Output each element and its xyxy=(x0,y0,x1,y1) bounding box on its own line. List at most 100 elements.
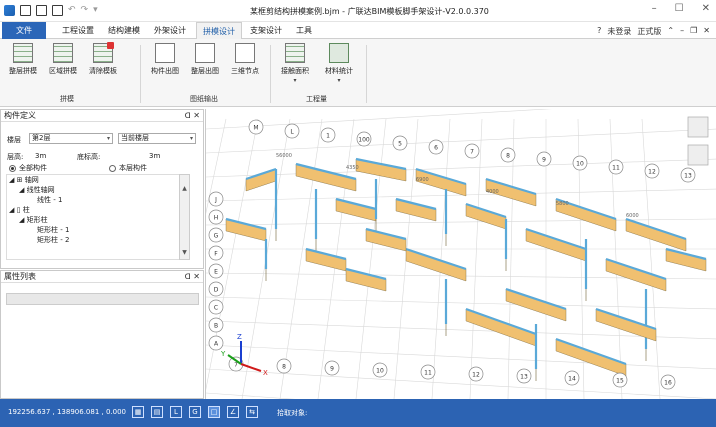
tab-tools[interactable]: 工具 xyxy=(290,22,318,39)
redo-icon[interactable]: ↷ xyxy=(81,5,89,16)
z-axis-label: Z xyxy=(237,333,242,341)
floor-select[interactable]: 第2层 xyxy=(29,133,113,144)
axis-label: 9 xyxy=(330,366,334,373)
radio-all-components[interactable]: 全部构件 xyxy=(9,163,47,173)
material-stats-dropdown-icon[interactable]: ▾ xyxy=(320,77,358,84)
x-axis-label: X xyxy=(263,369,268,377)
help-icon[interactable]: ? xyxy=(597,26,601,37)
floor-drawing-icon xyxy=(195,43,215,63)
new-file-icon[interactable] xyxy=(20,5,31,16)
snap-grid-icon[interactable]: ▦ xyxy=(132,406,144,418)
view-cube-front-icon xyxy=(687,144,709,166)
tree-item[interactable]: ◢ ⊞ 轴网 xyxy=(7,175,189,185)
radio-floor-icon[interactable] xyxy=(109,164,116,172)
menu-bar: 文件 工程设置 结构建模 外架设计 拼模设计 支架设计 工具 ? 未登录 正式版… xyxy=(0,22,716,39)
axis-label: E xyxy=(214,269,218,276)
radio-all-icon[interactable] xyxy=(9,164,16,172)
tab-file[interactable]: 文件 xyxy=(2,22,46,39)
snap-table-icon[interactable]: ▤ xyxy=(151,406,163,418)
component-tree[interactable]: ◢ ⊞ 轴网 ◢ 线性轴网 线性 - 1 ◢ ▯ 柱 ◢ 矩形柱 矩形柱 - 1… xyxy=(6,174,190,260)
axis-label: 11 xyxy=(612,165,620,172)
3d-node-icon xyxy=(235,43,255,63)
clear-template-button[interactable]: 清除模板 xyxy=(84,42,122,76)
axis-label: 15 xyxy=(616,378,624,385)
tree-item[interactable]: ◢ 线性轴网 xyxy=(7,185,189,195)
axis-label: 8 xyxy=(506,153,510,160)
3d-viewport[interactable]: M L 1 100 5 6 7 8 9 10 11 12 13 J H G F E D C B A 7 8 9 10 11 12 13 1… xyxy=(205,109,716,399)
undo-icon[interactable]: ↶ xyxy=(68,5,76,16)
tree-scrollbar[interactable]: ▲ ▼ xyxy=(179,174,190,260)
floor-height-value: 3m xyxy=(35,152,47,160)
wall-segment xyxy=(665,248,707,272)
ribbon-separator xyxy=(366,45,367,103)
grid-line xyxy=(206,109,552,130)
dimension-label: 4350 xyxy=(346,165,359,171)
doc-close-icon[interactable]: ✕ xyxy=(703,26,710,37)
dynamic-input-icon[interactable]: ⇆ xyxy=(246,406,258,418)
axis-label: F xyxy=(214,251,218,258)
wall-segment xyxy=(225,218,267,242)
customize-dropdown-icon[interactable]: ▾ xyxy=(93,5,98,16)
tree-item[interactable]: ◢ ▯ 柱 xyxy=(7,205,189,215)
angle-icon[interactable]: ∠ xyxy=(227,406,239,418)
radio-floor-label: 本层构件 xyxy=(119,164,147,172)
floor-scope-select[interactable]: 当前楼层 xyxy=(118,133,196,144)
dimension-label: 6000 xyxy=(626,213,639,219)
floor-tile-button[interactable]: 整层拼模 xyxy=(4,43,42,76)
group-label-tiling: 拼模 xyxy=(60,95,74,103)
group-label-quantity: 工程量 xyxy=(306,95,327,103)
component-drawing-button[interactable]: 构件出图 xyxy=(146,43,184,76)
polar-icon[interactable]: G xyxy=(189,406,201,418)
tab-project-settings[interactable]: 工程设置 xyxy=(56,22,100,39)
ortho-icon[interactable]: L xyxy=(170,406,182,418)
doc-restore-icon[interactable]: ❐ xyxy=(690,26,697,37)
component-drawing-icon xyxy=(155,43,175,63)
contact-area-label: 接触面积 xyxy=(281,67,309,75)
wall-segment xyxy=(335,198,377,222)
floor-drawing-button[interactable]: 整层出图 xyxy=(186,43,224,76)
tree-item[interactable]: 矩形柱 - 1 xyxy=(7,225,189,235)
viewport-canvas[interactable]: ML11005678910111213JHGFEDCBA7 8 9 10 11 12 13 1… xyxy=(206,109,716,399)
axis-label: 13 xyxy=(520,374,528,381)
area-tile-button[interactable]: 区域拼模 xyxy=(44,43,82,76)
osnap-icon[interactable]: □ xyxy=(208,406,220,418)
scroll-down-icon[interactable]: ▼ xyxy=(181,249,188,256)
pin-close-icon[interactable]: ᗡ ✕ xyxy=(185,271,200,283)
tree-item[interactable]: 矩形柱 - 2 xyxy=(7,235,189,245)
dimension-label: 6900 xyxy=(416,177,429,183)
tree-item[interactable]: ◢ 矩形柱 xyxy=(7,215,189,225)
ribbon-collapse-icon[interactable]: ⌃ xyxy=(667,26,674,37)
tab-structure-modeling[interactable]: 结构建模 xyxy=(102,22,146,39)
property-table-header xyxy=(6,293,199,305)
tab-scaffold-design[interactable]: 外架设计 xyxy=(148,22,192,39)
grid-line xyxy=(206,296,716,310)
area-tile-icon xyxy=(53,43,73,63)
axis-label: C xyxy=(214,305,218,312)
tree-item[interactable]: 线性 - 1 xyxy=(7,195,189,205)
save-icon[interactable] xyxy=(52,5,63,16)
open-file-icon[interactable] xyxy=(36,5,47,16)
contact-area-dropdown-icon[interactable]: ▾ xyxy=(276,77,314,84)
maximize-button[interactable]: ☐ xyxy=(675,3,684,14)
login-status[interactable]: 未登录 xyxy=(607,26,631,37)
floor-tile-label: 整层拼模 xyxy=(9,67,37,75)
radio-floor-components[interactable]: 本层构件 xyxy=(109,163,147,173)
material-stats-button[interactable]: 材料统计 ▾ xyxy=(320,43,358,84)
tab-support-design[interactable]: 支架设计 xyxy=(244,22,288,39)
contact-area-button[interactable]: 接触面积 ▾ xyxy=(276,43,314,84)
minimize-button[interactable]: – xyxy=(652,3,657,14)
edition-label[interactable]: 正式版 xyxy=(637,26,661,37)
pin-close-icon[interactable]: ᗡ ✕ xyxy=(185,110,200,122)
doc-minimize-icon[interactable]: – xyxy=(680,26,684,37)
radio-all-label: 全部构件 xyxy=(19,164,47,172)
material-stats-label: 材料统计 xyxy=(325,67,353,75)
axis-label: 11 xyxy=(424,370,432,377)
dimension-label: 4000 xyxy=(486,189,499,195)
floor-label: 楼层 xyxy=(7,136,21,144)
scroll-up-icon[interactable]: ▲ xyxy=(181,185,188,192)
axis-label: 10 xyxy=(576,161,584,168)
close-button[interactable]: ✕ xyxy=(702,3,710,14)
grid-line xyxy=(469,118,483,399)
tab-formwork-design[interactable]: 拼模设计 xyxy=(196,22,242,39)
3d-node-button[interactable]: 三维节点 xyxy=(226,43,264,76)
